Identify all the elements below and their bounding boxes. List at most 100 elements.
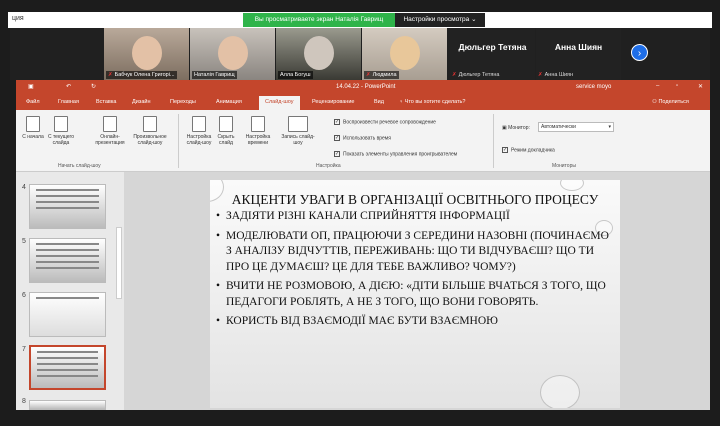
slide-number: 5 [22,238,26,245]
button-label: Настройка времени [245,134,271,146]
participant-face [390,36,420,70]
participant-name-text: Бабчук Олена Григорі... [114,72,175,78]
thumbnail-scrollbar[interactable] [116,227,122,299]
slide-bullet: ВЧИТИ НЕ РОЗМОВОЮ, А ДІЄЮ: «ДІТИ БІЛЬШЕ … [216,279,610,310]
slide-title: АКЦЕНТИ УВАГИ В ОРГАНІЗАЦІЇ ОСВІТНЬОГО П… [231,192,599,207]
tab-design[interactable]: Дизайн [132,99,151,105]
minimize-icon[interactable]: – [656,83,659,89]
button-label: Настройка слайд-шоу [186,134,212,146]
online-presentation-button[interactable]: Онлайн-презентация [88,116,132,146]
participant-face [304,36,334,70]
monitor-label-text: Монитор: [508,125,530,131]
checkbox-icon: ✓ [334,151,340,157]
participant-video[interactable]: Алла Богуш [276,28,361,80]
save-icon[interactable]: ▣ [28,83,34,90]
rehearse-timings-button[interactable]: Настройка времени [242,116,274,146]
button-label: С начала [22,134,44,140]
water-drop-decoration [540,375,580,408]
timer-icon [251,116,265,132]
powerpoint-title-bar: ▣ ↶ ↻ 14.04.22 - PowerPoint service moyo… [16,80,710,95]
tab-home[interactable]: Главная [58,99,79,105]
participant-tile[interactable]: Анна Шиян ✗ Анна Шиян [536,28,621,80]
slideshow-play-icon [26,116,40,132]
narration-checkbox[interactable]: ✓ Воспроизвести речевое сопровождение [334,119,436,125]
tab-transitions[interactable]: Переходы [170,99,196,105]
checkbox-label: Показать элементы управления проигрывате… [343,151,458,158]
participant-name: ✗ Дюльгер Тетяна [452,72,499,78]
monitor-select[interactable]: Автоматически ▾ [538,122,614,132]
group-label: Начать слайд-шоу [58,163,101,169]
participant-video[interactable]: ✗ Людмила [362,28,447,80]
participant-name: Наталія Гаврищ [192,71,237,79]
mic-muted-icon: ✗ [452,72,457,78]
slide-bullet: ЗАДІЯТИ РІЗНІ КАНАЛИ СПРИЙНЯТТЯ ІНФОРМАЦ… [216,209,610,225]
slideshow-current-icon [54,116,68,132]
ribbon: С начала С текущего слайда Онлайн-презен… [16,110,710,172]
hide-slide-button[interactable]: Скрыть слайд [212,116,240,146]
mic-muted-icon: ✗ [366,72,371,78]
slide-thumbnail[interactable] [29,292,106,337]
slide-bullet: КОРИСТЬ ВІД ВЗАЄМОДІЇ МАЄ БУТИ ВЗАЄМНОЮ [216,314,610,330]
participant-tile-name: Дюльгер Тетяна [458,42,527,52]
media-controls-checkbox[interactable]: ✓ Показать элементы управления проигрыват… [334,151,457,157]
participant-name: Алла Богуш [278,71,313,79]
participant-name: ✗ Людмила [364,71,399,79]
tab-animation[interactable]: Анимация [216,99,242,105]
slide-thumbnail[interactable] [29,400,106,410]
custom-slideshow-button[interactable]: Произвольное слайд-шоу [128,116,172,146]
maximize-icon[interactable]: ▫ [676,83,678,89]
button-label: Запись слайд-шоу [281,134,315,146]
record-slideshow-button[interactable]: Запись слайд-шоу [278,116,318,146]
close-icon[interactable]: ✕ [698,83,703,90]
current-slide[interactable]: АКЦЕНТИ УВАГИ В ОРГАНІЗАЦІЇ ОСВІТНЬОГО П… [210,180,620,408]
from-current-button[interactable]: С текущего слайда [44,116,78,146]
checkbox-label: Воспроизвести речевое сопровождение [343,119,436,126]
participant-face [132,36,162,70]
participant-name-text: Людмила [372,72,397,78]
next-page-button[interactable]: › [631,44,648,61]
participant-video[interactable]: Наталія Гаврищ [190,28,275,80]
group-divider [178,114,179,168]
record-icon [288,116,308,132]
share-label: Поделиться [658,99,689,105]
setup-slideshow-button[interactable]: Настройка слайд-шоу [182,116,216,146]
slide-number: 8 [22,398,26,405]
tab-review[interactable]: Рецензирование [312,99,354,105]
slide-thumbnail[interactable] [29,238,106,283]
tell-me-search[interactable]: ♀ Что вы хотите сделать? [399,99,465,105]
tab-file[interactable]: Файл [26,99,40,105]
chevron-down-icon: ▾ [608,124,611,130]
user-name[interactable]: service moyo [576,84,611,90]
participant-name-text: Дюльгер Тетяна [458,72,500,78]
slide-bullets: ЗАДІЯТИ РІЗНІ КАНАЛИ СПРИЙНЯТТЯ ІНФОРМАЦ… [216,209,610,330]
participant-video[interactable]: ✗ Бабчук Олена Григорі... [104,28,189,80]
custom-slideshow-icon [143,116,157,132]
button-label: С текущего слайда [47,134,75,146]
tab-insert[interactable]: Вставка [96,99,116,105]
mic-muted-icon: ✗ [108,72,113,78]
use-timings-checkbox[interactable]: ✓ Использовать время [334,135,391,141]
presenter-view-checkbox[interactable]: ✓ Режим докладчика [502,147,555,153]
share-button[interactable]: ⚇ Поделиться [652,99,689,105]
participant-face [218,36,248,70]
slide-thumbnail-selected[interactable] [29,345,106,390]
participant-name: ✗ Бабчук Олена Григорі... [106,71,177,79]
participant-tile[interactable]: Дюльгер Тетяна ✗ Дюльгер Тетяна [450,28,535,80]
participant-name-text: Анна Шиян [544,72,574,78]
monitor-value: Автоматически [541,124,576,130]
slide-thumbnail[interactable] [29,184,106,229]
group-label: Мониторы [552,163,576,169]
button-label: Скрыть слайд [217,134,235,146]
participant-name: ✗ Анна Шиян [538,72,573,78]
water-drop-decoration [560,180,584,191]
undo-icon[interactable]: ↶ [66,83,71,90]
slide-number: 6 [22,292,26,299]
group-divider [493,114,494,168]
redo-icon[interactable]: ↻ [91,83,96,90]
checkbox-label: Использовать время [343,135,391,142]
tab-slideshow[interactable]: Слайд-шоу [259,96,300,110]
view-options-button[interactable]: Настройки просмотра ⌄ [395,13,485,27]
checkbox-label: Режим докладчика [511,147,555,154]
slide-number: 4 [22,184,26,191]
tab-view[interactable]: Вид [374,99,384,105]
